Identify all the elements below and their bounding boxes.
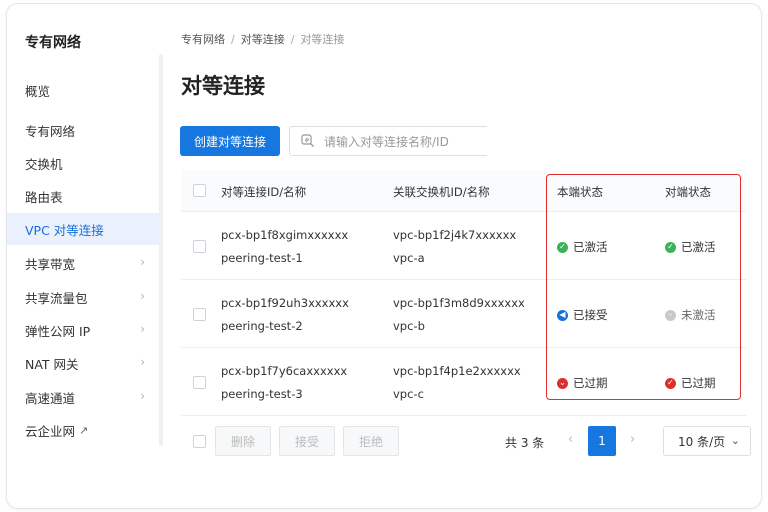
- vpc-name: vpc-a: [393, 251, 425, 265]
- footer-select-all-checkbox[interactable]: [193, 435, 206, 448]
- app-window: 专有网络 概览 专有网络 交换机 路由表 VPC 对等连接 共享带宽 › 共享流…: [6, 3, 762, 509]
- chevron-down-icon: ⌄: [730, 434, 740, 447]
- page-size-value: 10 条/页: [678, 434, 726, 449]
- breadcrumb-item-current: 对等连接: [300, 33, 345, 46]
- delete-button[interactable]: 删除: [215, 426, 271, 456]
- sidebar-item-label: 路由表: [25, 189, 63, 205]
- sidebar-item-cen[interactable]: 云企业网 ↗: [7, 414, 159, 446]
- row-checkbox[interactable]: [193, 240, 206, 253]
- local-status-label: 已激活: [573, 240, 608, 254]
- check-circle-icon: ✓: [557, 241, 568, 253]
- sidebar-item-label: NAT 网关: [25, 356, 79, 372]
- sidebar-item-label: 共享流量包: [25, 290, 88, 306]
- remote-status-label: 已过期: [681, 376, 716, 390]
- sidebar-item-label: 共享带宽: [25, 256, 76, 272]
- remote-status: – 未激活: [665, 307, 716, 323]
- breadcrumb-separator: /: [290, 32, 295, 46]
- sidebar-item-eip[interactable]: 弹性公网 IP ›: [7, 314, 159, 346]
- peering-id[interactable]: pcx-bp1f8xgimxxxxxx: [221, 228, 348, 242]
- sidebar-item-vpc[interactable]: 专有网络: [7, 114, 159, 146]
- chevron-right-icon: ›: [140, 322, 145, 336]
- sidebar-item-overview[interactable]: 概览: [7, 74, 159, 106]
- create-peering-button[interactable]: 创建对等连接: [180, 126, 280, 156]
- select-all-checkbox[interactable]: [193, 184, 206, 197]
- sidebar-item-label: 高速通道: [25, 390, 76, 406]
- chevron-right-icon: ›: [140, 355, 145, 369]
- column-header-remote-status: 对端状态: [665, 185, 711, 199]
- column-header-local-status: 本端状态: [557, 185, 603, 199]
- breadcrumb: 专有网络 / 对等连接 / 对等连接: [181, 31, 344, 47]
- chevron-right-icon: ›: [140, 389, 145, 403]
- chevron-right-icon: ›: [140, 255, 145, 269]
- chevron-right-icon: ›: [140, 289, 145, 303]
- table-row: pcx-bp1f7y6caxxxxxx peering-test-3 vpc-b…: [181, 348, 746, 416]
- table-row: pcx-bp1f8xgimxxxxxx peering-test-1 vpc-b…: [181, 212, 746, 280]
- peering-id[interactable]: pcx-bp1f92uh3xxxxxx: [221, 296, 349, 310]
- remote-status-label: 未激活: [681, 308, 716, 322]
- external-link-icon: ↗: [79, 423, 89, 437]
- table-footer: 删除 接受 拒绝 共 3 条 ‹ 1 › 10 条/页 ⌄: [181, 426, 761, 460]
- remote-status-label: 已激活: [681, 240, 716, 254]
- remote-status: ✓ 已过期: [665, 375, 716, 391]
- row-checkbox[interactable]: [193, 308, 206, 321]
- page-size-select[interactable]: 10 条/页 ⌄: [663, 426, 751, 456]
- accept-button[interactable]: 接受: [279, 426, 335, 456]
- column-header-peer: 关联交换机ID/名称: [393, 185, 490, 199]
- peering-name: peering-test-1: [221, 251, 303, 265]
- arrow-left-circle-icon: ◀: [557, 309, 568, 321]
- table-row: pcx-bp1f92uh3xxxxxx peering-test-2 vpc-b…: [181, 280, 746, 348]
- check-circle-icon: ✓: [665, 241, 676, 253]
- breadcrumb-item-vpc[interactable]: 专有网络: [181, 31, 225, 47]
- sidebar-item-shared-bandwidth[interactable]: 共享带宽 ›: [7, 247, 159, 279]
- sidebar-item-label: 交换机: [25, 156, 63, 172]
- sidebar-item-vpc-peering[interactable]: VPC 对等连接: [7, 213, 159, 245]
- chevron-right-icon[interactable]: ›: [630, 432, 635, 447]
- table-header: 对等连接ID/名称 关联交换机ID/名称 本端状态 对端状态: [181, 170, 746, 212]
- chevron-left-icon[interactable]: ‹: [568, 432, 573, 447]
- sidebar-item-label: 专有网络: [25, 123, 76, 139]
- total-count: 共 3 条: [505, 436, 545, 450]
- check-circle-icon: ✓: [665, 377, 676, 389]
- vpc-name: vpc-b: [393, 319, 425, 333]
- page-title: 对等连接: [181, 74, 265, 98]
- vpc-id[interactable]: vpc-bp1f3m8d9xxxxxx: [393, 296, 525, 310]
- sidebar-item-express-connect[interactable]: 高速通道 ›: [7, 381, 159, 413]
- peering-name: peering-test-2: [221, 319, 303, 333]
- sidebar-item-label: 概览: [25, 83, 51, 99]
- row-checkbox[interactable]: [193, 376, 206, 389]
- peering-id[interactable]: pcx-bp1f7y6caxxxxxx: [221, 364, 347, 378]
- vpc-name: vpc-c: [393, 387, 424, 401]
- vpc-id[interactable]: vpc-bp1f2j4k7xxxxxx: [393, 228, 516, 242]
- breadcrumb-separator: /: [231, 32, 235, 46]
- sidebar-item-vswitch[interactable]: 交换机: [7, 147, 159, 179]
- local-status: ✓ 已激活: [557, 239, 608, 255]
- vpc-id[interactable]: vpc-bp1f4p1e2xxxxxx: [393, 364, 521, 378]
- local-status-label: 已接受: [573, 308, 608, 322]
- main-content: 专有网络 / 对等连接 / 对等连接 对等连接 创建对等连接 请输入对等连接名称…: [163, 4, 761, 508]
- local-status-label: 已过期: [573, 376, 608, 390]
- search-placeholder: 请输入对等连接名称/ID: [324, 134, 449, 149]
- chevron-down-circle-icon: ⌄: [557, 377, 568, 389]
- search-input[interactable]: 请输入对等连接名称/ID: [289, 126, 487, 156]
- sidebar-item-route-table[interactable]: 路由表: [7, 180, 159, 212]
- sidebar-item-label: VPC 对等连接: [25, 222, 104, 238]
- page-button-current[interactable]: 1: [588, 426, 616, 456]
- sidebar-item-label: 云企业网: [25, 423, 76, 439]
- sidebar-item-nat-gateway[interactable]: NAT 网关 ›: [7, 347, 159, 379]
- sidebar-item-shared-traffic[interactable]: 共享流量包 ›: [7, 281, 159, 313]
- local-status: ⌄ 已过期: [557, 375, 608, 391]
- remote-status: ✓ 已激活: [665, 239, 716, 255]
- local-status: ◀ 已接受: [557, 307, 608, 323]
- search-connection-icon: [301, 134, 314, 147]
- sidebar: 专有网络 概览 专有网络 交换机 路由表 VPC 对等连接 共享带宽 › 共享流…: [7, 4, 159, 508]
- peering-name: peering-test-3: [221, 387, 303, 401]
- sidebar-title: 专有网络: [25, 35, 81, 51]
- reject-button[interactable]: 拒绝: [343, 426, 399, 456]
- column-header-name: 对等连接ID/名称: [221, 185, 307, 199]
- sidebar-item-label: 弹性公网 IP: [25, 323, 91, 339]
- breadcrumb-item-peering[interactable]: 对等连接: [241, 31, 285, 47]
- minus-circle-icon: –: [665, 309, 676, 321]
